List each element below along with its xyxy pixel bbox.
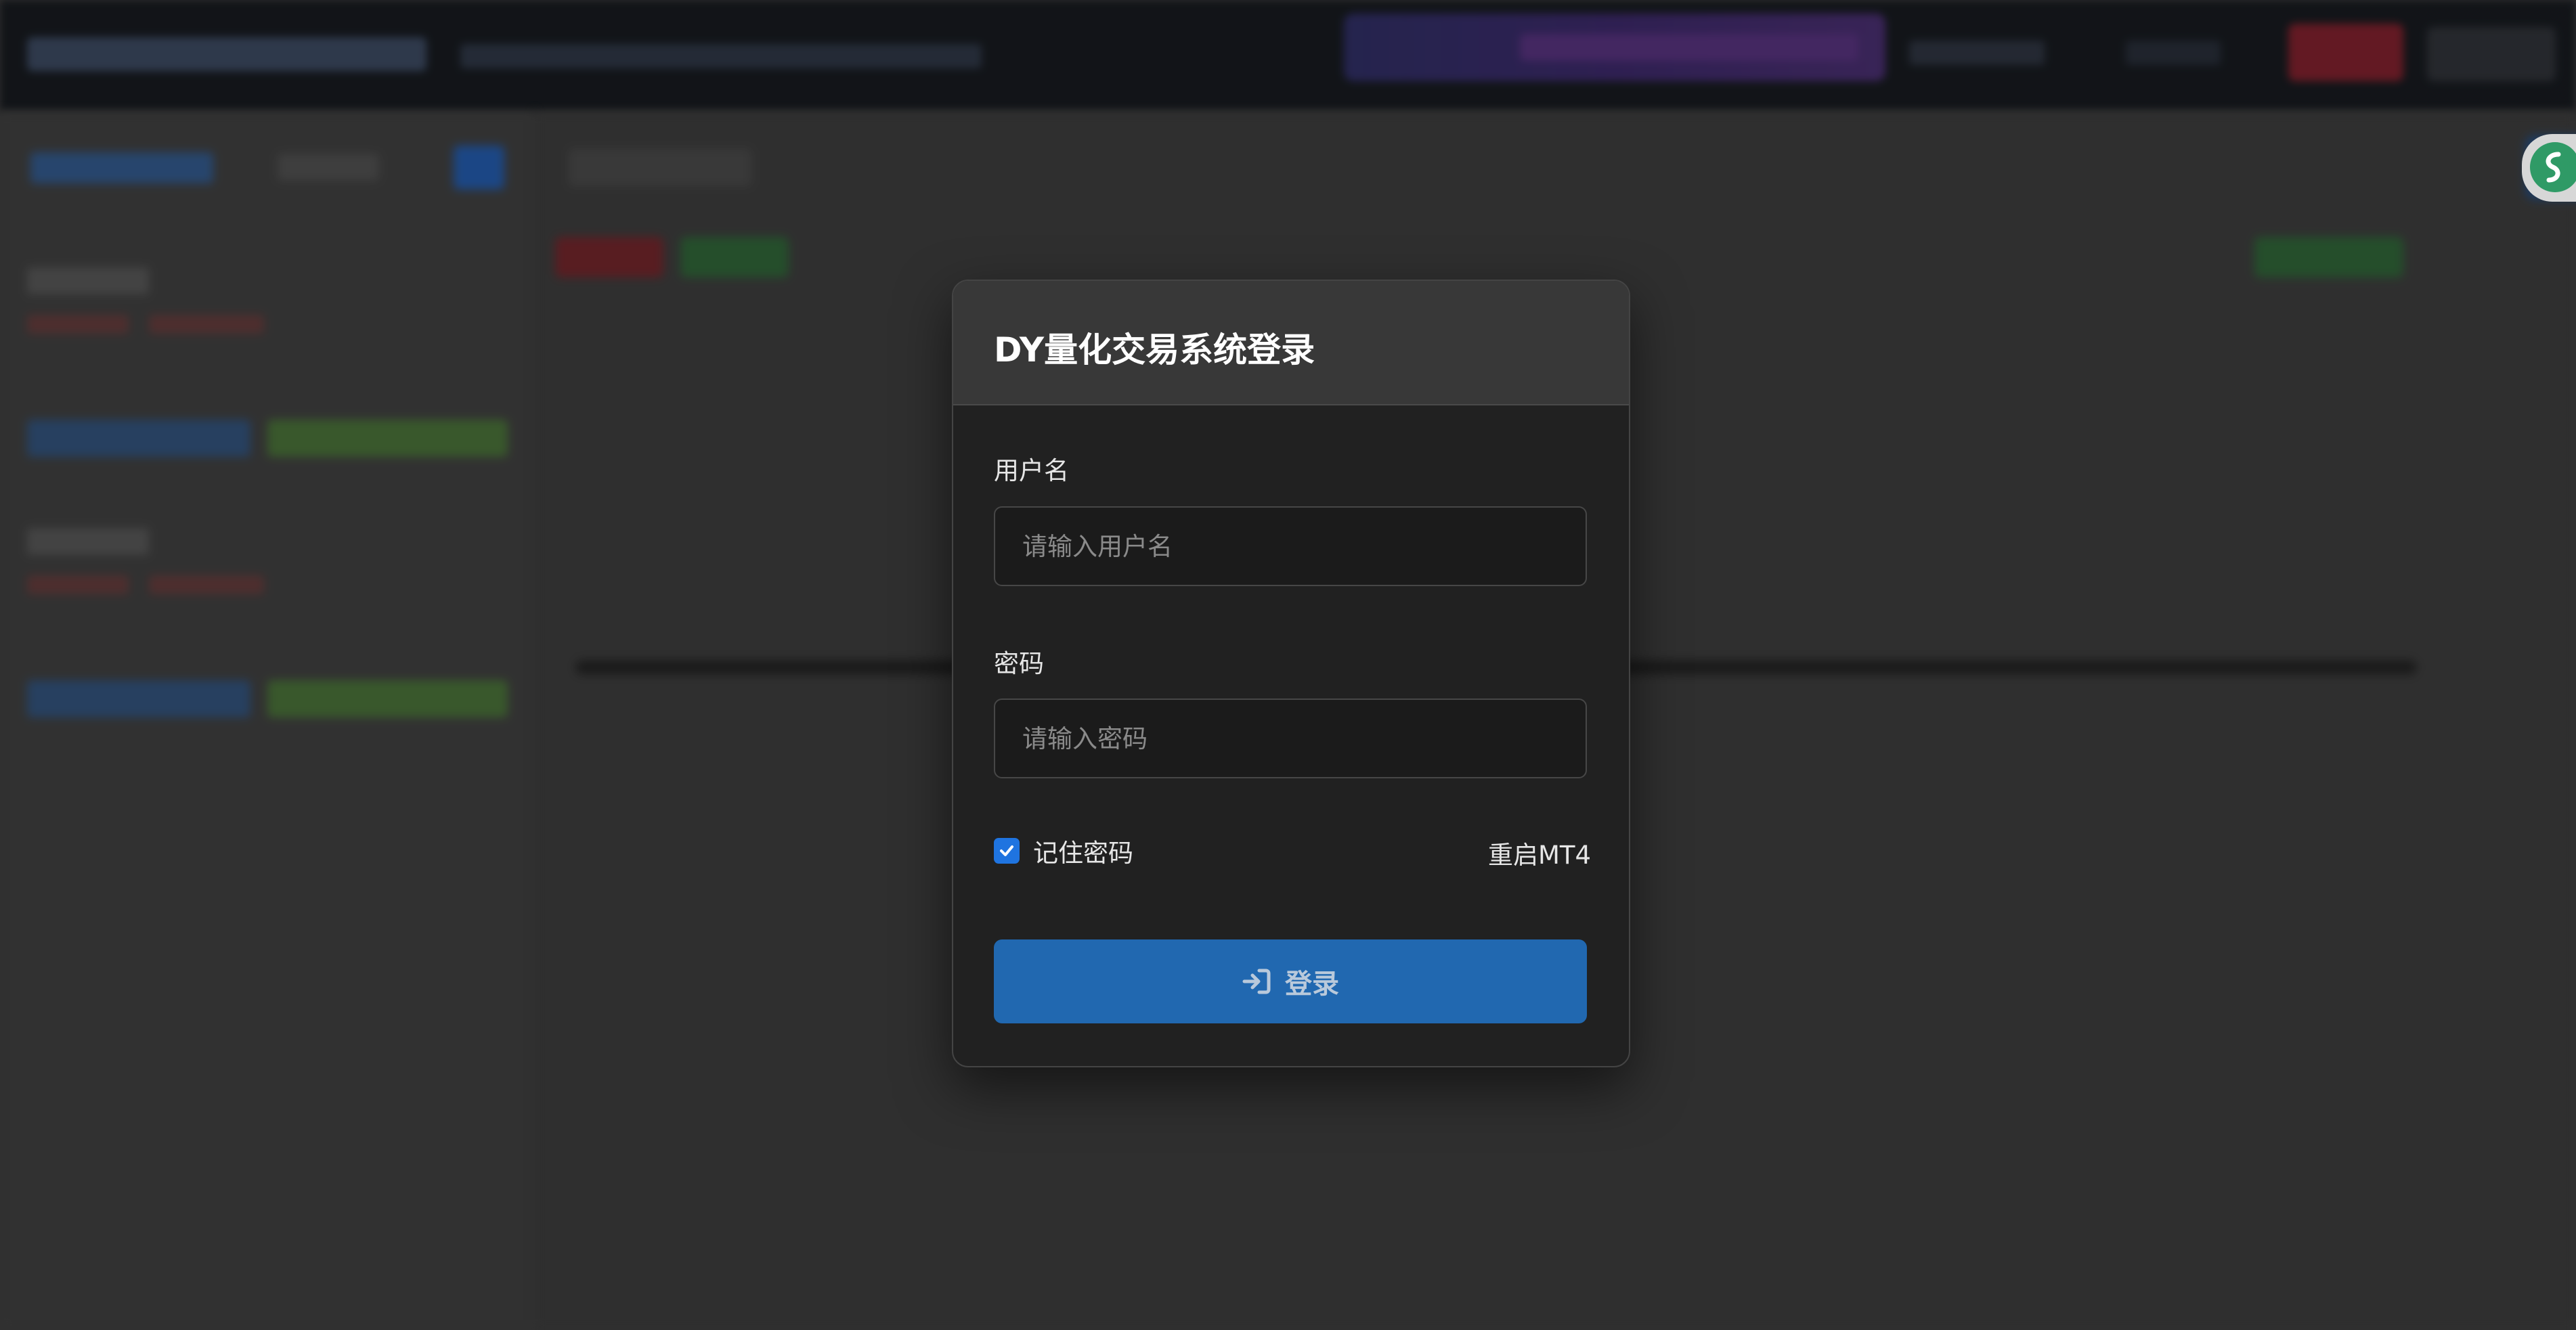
login-button-label: 登录 xyxy=(1285,969,1339,1000)
password-input[interactable] xyxy=(994,699,1587,778)
username-input[interactable] xyxy=(994,506,1587,586)
app-background: DY量化交易系统登录 用户名 密码 记住密码 重启MT4 登录 xyxy=(0,0,2576,1330)
checkmark-icon xyxy=(1000,845,1013,856)
floating-assistant-widget[interactable] xyxy=(2522,134,2576,202)
restart-mt4-link[interactable]: 重启MT4 xyxy=(1488,835,1591,871)
password-label: 密码 xyxy=(994,649,1044,678)
login-button[interactable]: 登录 xyxy=(994,939,1587,1023)
login-dialog: DY量化交易系统登录 用户名 密码 记住密码 重启MT4 登录 xyxy=(952,280,1630,1067)
login-dialog-title: DY量化交易系统登录 xyxy=(994,330,1315,370)
login-dialog-header: DY量化交易系统登录 xyxy=(953,281,1629,405)
remember-password-label: 记住密码 xyxy=(1033,839,1133,868)
username-label: 用户名 xyxy=(994,456,1069,485)
assistant-logo-icon xyxy=(2530,142,2576,192)
sign-in-icon xyxy=(1242,969,1271,994)
remember-password-option[interactable]: 记住密码 xyxy=(994,833,1133,869)
remember-password-checkbox[interactable] xyxy=(994,838,1020,864)
